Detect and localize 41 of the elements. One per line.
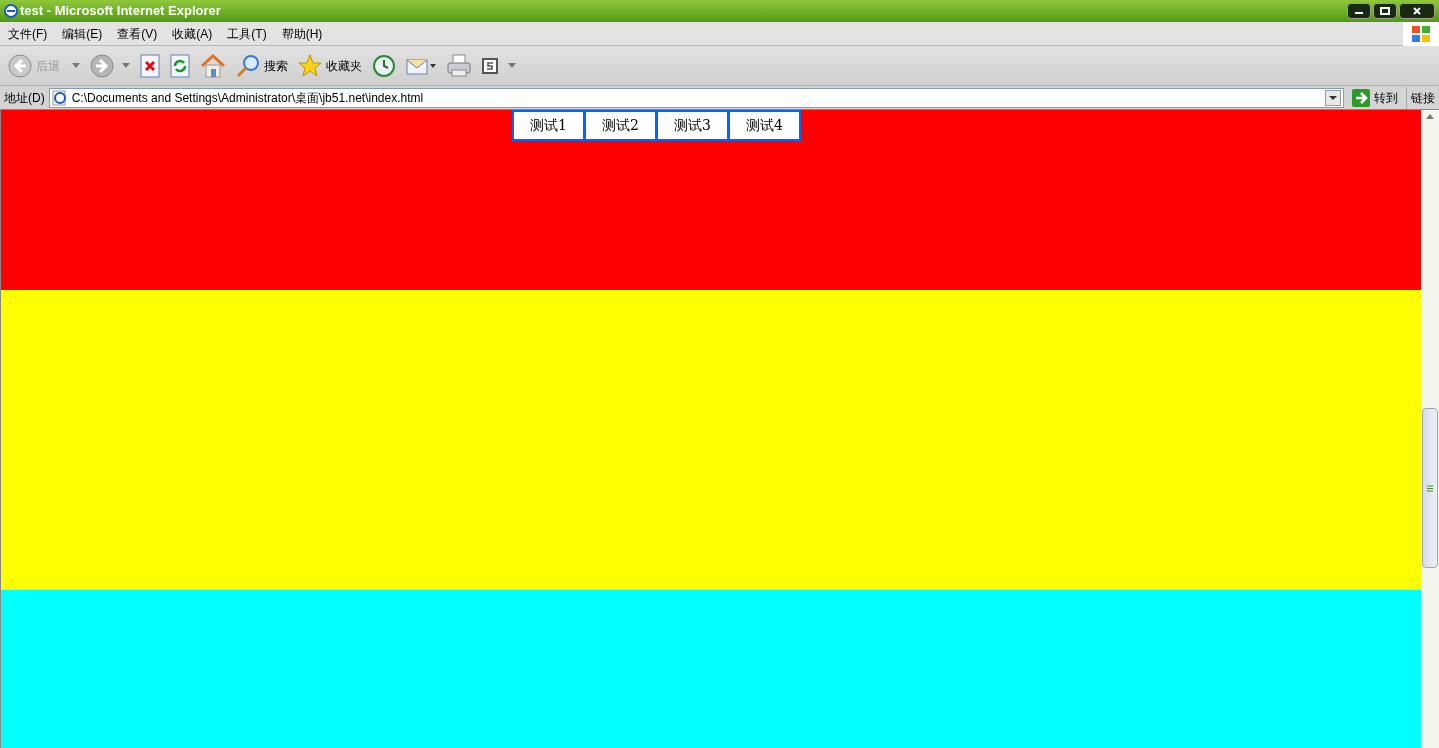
maximize-button[interactable] (1373, 3, 1397, 19)
scroll-up-icon (1426, 114, 1434, 119)
test-button[interactable]: 测试1 (514, 112, 583, 139)
s-square-icon[interactable] (482, 57, 498, 74)
menu-item[interactable]: 查看(V) (117, 24, 158, 43)
window-title: test - Microsoft Internet Explorer (20, 2, 221, 21)
stop-icon[interactable] (140, 53, 160, 78)
star-icon (298, 53, 322, 78)
home-icon[interactable] (200, 53, 226, 78)
caret-icon[interactable] (72, 63, 80, 68)
close-button[interactable] (1399, 3, 1435, 19)
menu-item[interactable]: 工具(T) (227, 24, 267, 43)
address-field[interactable]: C:\Documents and Settings\Administrator\桌面\jb51.net\index.html (48, 87, 1344, 108)
menu-item[interactable]: 文件(F) (8, 24, 48, 43)
windows-logo-icon (1411, 24, 1431, 43)
caret-icon[interactable] (122, 63, 130, 68)
right-arrow-icon (1352, 88, 1370, 107)
maximize-icon (1380, 7, 1390, 15)
menu-item[interactable]: 编辑(E) (62, 24, 103, 43)
address-label: 地址(D) (4, 89, 45, 107)
close-icon (1412, 7, 1422, 15)
minimize-button[interactable] (1347, 3, 1371, 19)
magnifier-icon (236, 53, 260, 78)
links-button[interactable]: 链接 (1406, 86, 1439, 109)
grip-icon (1427, 484, 1433, 492)
dropdown-caret-icon (1325, 89, 1341, 106)
vertical-scrollbar[interactable] (1421, 110, 1439, 748)
history-clock-icon[interactable] (372, 53, 396, 78)
test-button[interactable]: 测试4 (730, 112, 799, 139)
menu-item[interactable]: 收藏(A) (172, 24, 213, 43)
printer-icon[interactable] (446, 53, 472, 78)
menu-item[interactable]: 帮助(H) (281, 24, 323, 43)
favorites-button[interactable]: 收藏夹 (298, 53, 362, 78)
refresh-icon[interactable] (170, 53, 190, 78)
scroll-thumb[interactable] (1422, 408, 1438, 568)
go-button[interactable]: 转到 (1348, 86, 1402, 109)
caret-icon (430, 63, 436, 68)
test-button[interactable]: 测试2 (586, 112, 655, 139)
search-button[interactable]: 搜索 (236, 53, 288, 78)
test-button[interactable]: 测试3 (658, 112, 727, 139)
caret-icon[interactable] (508, 63, 516, 68)
